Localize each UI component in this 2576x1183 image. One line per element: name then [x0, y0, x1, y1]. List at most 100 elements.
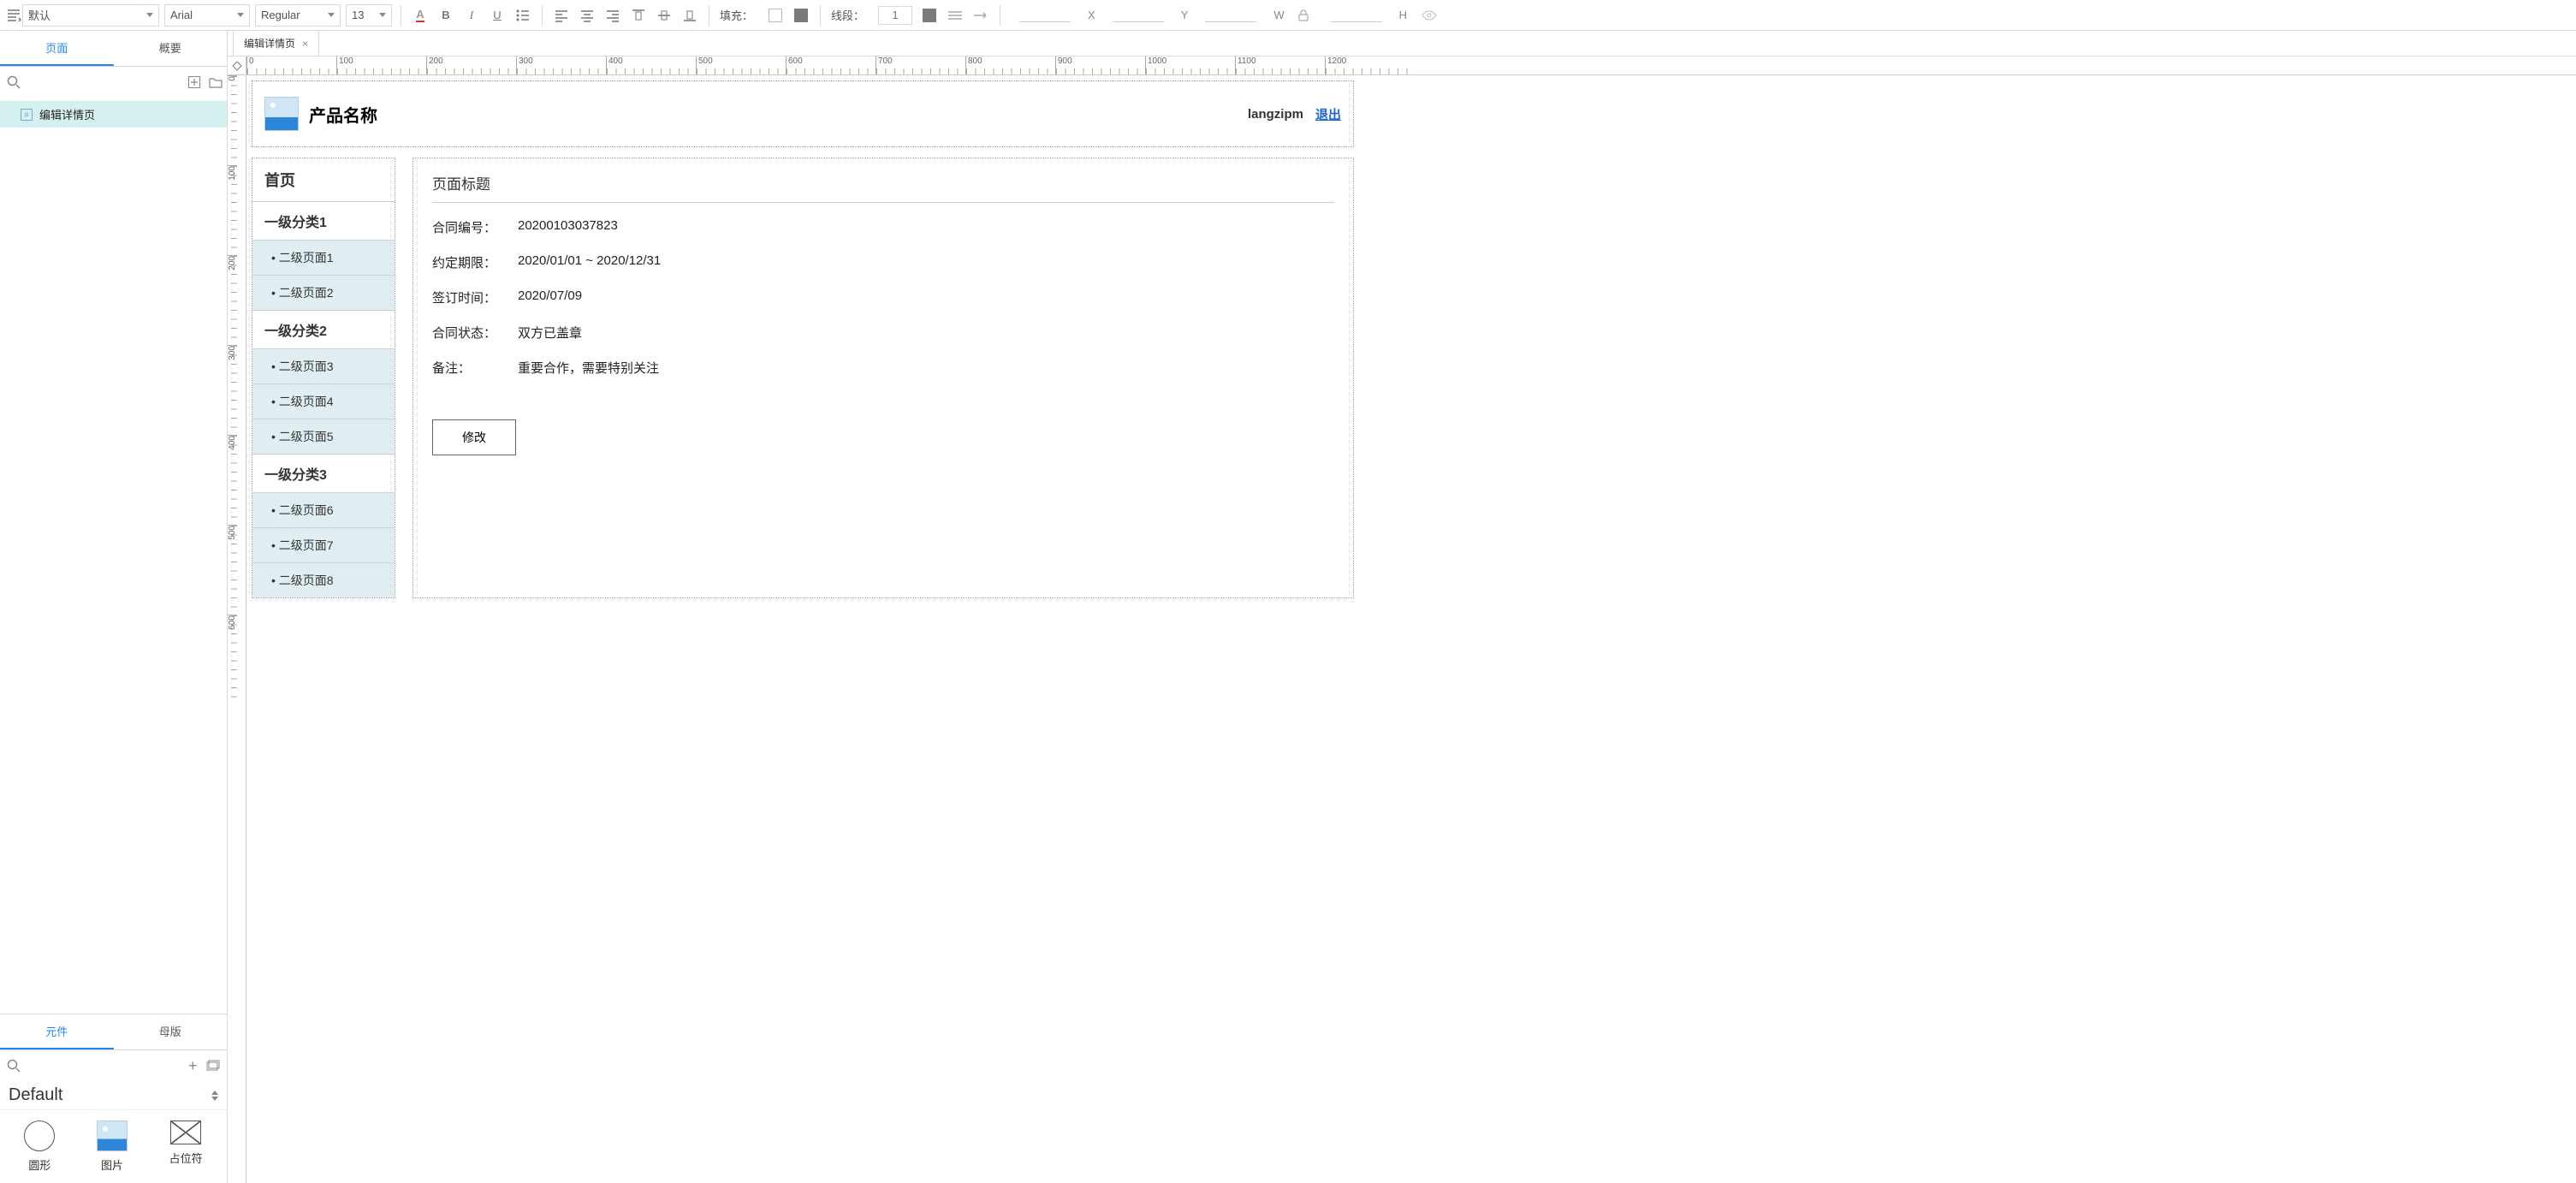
- ruler-tick: 800: [965, 56, 1055, 74]
- mockup-field-value: 2020/07/09: [518, 288, 582, 306]
- fill-image-icon[interactable]: [792, 7, 810, 24]
- ellipse-icon: [24, 1121, 55, 1151]
- top-toolbar: 默认 Arial Regular 13 A B I U 填充：: [0, 0, 2576, 31]
- canvas-tabs: 编辑详情页 ×: [228, 31, 2576, 56]
- align-right-icon[interactable]: [604, 7, 621, 24]
- widget-ellipse[interactable]: 圆形: [24, 1121, 55, 1173]
- mockup-field-value: 重要合作，需要特别关注: [518, 359, 659, 377]
- mockup-field-row: 备注：重要合作，需要特别关注: [432, 359, 1334, 377]
- widget-placeholder[interactable]: 占位符: [169, 1121, 203, 1173]
- stroke-width-input[interactable]: [878, 6, 912, 25]
- bold-icon[interactable]: B: [437, 7, 454, 24]
- origin-marker-icon: [232, 61, 241, 70]
- ruler-tick: 1000: [1145, 56, 1235, 74]
- mockup-sidebar-category[interactable]: 一级分类3: [252, 454, 395, 492]
- font-weight-dropdown[interactable]: Regular: [255, 4, 341, 27]
- align-center-icon[interactable]: [579, 7, 596, 24]
- mockup-sidebar-item[interactable]: 二级页面1: [252, 240, 395, 275]
- mockup-field-list: 合同编号：20200103037823约定期限：2020/01/01 ~ 202…: [432, 218, 1334, 377]
- canvas-area: 编辑详情页 × 01002003004005006007008009001000…: [228, 31, 2576, 1183]
- align-group: [546, 0, 705, 31]
- page-item-label: 编辑详情页: [39, 106, 95, 122]
- valign-middle-icon[interactable]: [656, 7, 673, 24]
- tab-pages[interactable]: 页面: [0, 31, 114, 66]
- h-input[interactable]: [1331, 9, 1382, 22]
- tab-outline[interactable]: 概要: [114, 31, 228, 66]
- text-format-group: A B I U: [405, 0, 538, 31]
- ruler-tick: 100: [228, 165, 237, 255]
- mockup-header: 产品名称 langzipm 退出: [252, 80, 1354, 147]
- components-search-input[interactable]: [29, 1060, 180, 1073]
- mockup-logout-link[interactable]: 退出: [1315, 105, 1341, 123]
- font-family-value: Arial: [170, 9, 193, 21]
- mockup-field-label: 约定期限：: [432, 253, 518, 271]
- font-size-dropdown[interactable]: 13: [346, 4, 392, 27]
- search-icon[interactable]: [7, 1058, 21, 1073]
- x-input[interactable]: [1019, 9, 1071, 22]
- placeholder-icon: [170, 1121, 201, 1144]
- canvas-viewport[interactable]: 产品名称 langzipm 退出 首页 一级分类1二级页面1二级页面2一级分类2…: [246, 75, 2576, 1183]
- align-left-icon[interactable]: [553, 7, 570, 24]
- tab-masters[interactable]: 母版: [114, 1014, 228, 1049]
- pages-toolbar: [0, 67, 227, 98]
- add-page-icon[interactable]: [188, 74, 200, 90]
- visibility-icon[interactable]: [1421, 7, 1438, 24]
- mockup-sidebar-item[interactable]: 二级页面3: [252, 348, 395, 383]
- mockup-field-row: 签订时间：2020/07/09: [432, 288, 1334, 306]
- mockup-root: 产品名称 langzipm 退出 首页 一级分类1二级页面1二级页面2一级分类2…: [246, 80, 1359, 603]
- mockup-sidebar-item[interactable]: 二级页面4: [252, 383, 395, 419]
- pages-search-input[interactable]: [29, 76, 180, 89]
- canvas-tab-label: 编辑详情页: [244, 36, 295, 51]
- mockup-sidebar-item[interactable]: 二级页面5: [252, 419, 395, 454]
- y-input[interactable]: [1113, 9, 1164, 22]
- mockup-sidebar-item[interactable]: 二级页面6: [252, 492, 395, 527]
- widget-image[interactable]: 图片: [97, 1121, 128, 1173]
- ruler-origin[interactable]: [228, 56, 246, 75]
- mockup-sidebar-category[interactable]: 一级分类1: [252, 201, 395, 240]
- lock-aspect-icon[interactable]: [1295, 7, 1312, 24]
- stroke-color-swatch[interactable]: [921, 7, 938, 24]
- valign-top-icon[interactable]: [630, 7, 647, 24]
- underline-icon[interactable]: U: [489, 7, 506, 24]
- tab-widgets[interactable]: 元件: [0, 1014, 114, 1049]
- mockup-edit-button[interactable]: 修改: [432, 419, 516, 455]
- mockup-page-title: 页面标题: [432, 172, 1334, 203]
- stroke-arrow-icon[interactable]: [972, 7, 989, 24]
- paragraph-style-icon[interactable]: [5, 7, 22, 24]
- w-input[interactable]: [1205, 9, 1256, 22]
- mockup-field-label: 合同编号：: [432, 218, 518, 236]
- fill-color-swatch[interactable]: [767, 7, 784, 24]
- style-preset-dropdown[interactable]: 默认: [22, 4, 159, 27]
- add-library-icon[interactable]: +: [188, 1058, 198, 1073]
- mockup-sidebar: 首页 一级分类1二级页面1二级页面2一级分类2二级页面3二级页面4二级页面5一级…: [252, 158, 395, 598]
- mockup-sidebar-category[interactable]: 一级分类2: [252, 310, 395, 348]
- font-color-icon[interactable]: A: [412, 7, 429, 24]
- page-tree: ≡ 编辑详情页: [0, 98, 227, 131]
- mockup-sidebar-item[interactable]: 二级页面8: [252, 562, 395, 597]
- widget-label: 圆形: [28, 1156, 50, 1173]
- mockup-field-label: 合同状态：: [432, 324, 518, 342]
- library-options-icon[interactable]: [206, 1058, 220, 1073]
- mockup-sidebar-home[interactable]: 首页: [252, 158, 395, 201]
- ruler-tick: 200: [426, 56, 516, 74]
- ruler-tick: 600: [786, 56, 875, 74]
- bullet-list-icon[interactable]: [514, 7, 531, 24]
- italic-icon[interactable]: I: [463, 7, 480, 24]
- search-icon[interactable]: [7, 74, 21, 90]
- stroke-style-icon[interactable]: [947, 7, 964, 24]
- stroke-group: 线段：: [824, 0, 996, 31]
- close-icon[interactable]: ×: [302, 38, 308, 50]
- mockup-sidebar-item[interactable]: 二级页面7: [252, 527, 395, 562]
- page-item-edit-detail[interactable]: ≡ 编辑详情页: [0, 101, 227, 128]
- mockup-body: 首页 一级分类1二级页面1二级页面2一级分类2二级页面3二级页面4二级页面5一级…: [246, 152, 1359, 603]
- font-family-dropdown[interactable]: Arial: [164, 4, 250, 27]
- valign-bottom-icon[interactable]: [681, 7, 698, 24]
- ruler-vertical[interactable]: 0100200300400500600: [228, 75, 246, 1183]
- ruler-horizontal[interactable]: 0100200300400500600700800900100011001200: [246, 56, 2576, 75]
- mockup-sidebar-item[interactable]: 二级页面2: [252, 275, 395, 310]
- ruler-tick: 700: [875, 56, 965, 74]
- canvas-tab-edit-detail[interactable]: 编辑详情页 ×: [233, 30, 319, 56]
- add-folder-icon[interactable]: [209, 74, 223, 90]
- ruler-tick: 600: [228, 615, 237, 704]
- library-header[interactable]: Default: [0, 1081, 227, 1110]
